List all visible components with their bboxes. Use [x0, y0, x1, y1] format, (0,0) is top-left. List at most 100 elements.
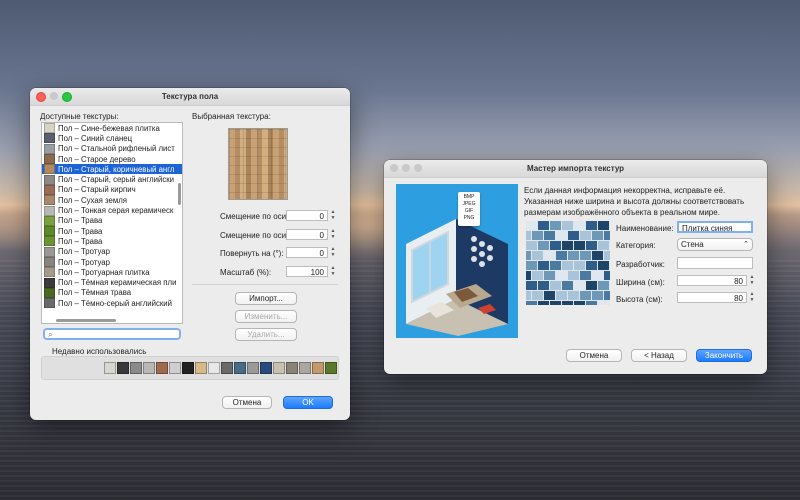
texture-item-label: Пол – Тёмная трава: [58, 288, 132, 298]
cancel-button[interactable]: Отмена: [222, 396, 272, 409]
recent-texture-swatch[interactable]: [130, 362, 142, 374]
texture-swatch-icon: [44, 298, 55, 309]
recent-texture-swatch[interactable]: [221, 362, 233, 374]
recent-texture-swatch[interactable]: [260, 362, 272, 374]
horizontal-scrollbar[interactable]: [56, 319, 116, 322]
numeric-field[interactable]: 100: [286, 266, 328, 277]
window-title: Текстура пола: [161, 92, 219, 101]
numeric-stepper[interactable]: ▲ ▼: [330, 228, 336, 240]
recent-texture-swatch[interactable]: [208, 362, 220, 374]
texture-item-label: Пол – Старый, коричневый англ: [58, 164, 175, 174]
wizard-cancel-button[interactable]: Отмена: [566, 349, 622, 362]
width-field[interactable]: 80: [677, 275, 747, 286]
texture-import-wizard: Мастер импорта текстур BMP JPEG GIF PNG Есл…: [384, 160, 767, 374]
texture-list-item[interactable]: Пол – Сине-бежевая плитка: [42, 123, 182, 134]
texture-list-item[interactable]: Пол – Тротуарная плитка: [42, 267, 182, 278]
texture-swatch-icon: [44, 287, 55, 298]
height-label: Высота (см):: [616, 295, 663, 304]
texture-list-item[interactable]: Пол – Трава: [42, 215, 182, 226]
modify-button[interactable]: Изменить...: [235, 310, 297, 323]
numeric-stepper[interactable]: ▲ ▼: [330, 246, 336, 258]
numeric-stepper[interactable]: ▲ ▼: [330, 209, 336, 221]
texture-list-item[interactable]: Пол – Старый кирпич: [42, 184, 182, 195]
format-label: JPEG: [462, 201, 476, 207]
texture-swatch-icon: [44, 133, 55, 144]
texture-list-item[interactable]: Пол – Стальной рифленый лист: [42, 143, 182, 154]
recent-texture-swatch[interactable]: [312, 362, 324, 374]
recent-texture-swatch[interactable]: [273, 362, 285, 374]
texture-list-item[interactable]: Пол – Тротуар: [42, 257, 182, 267]
title-bar: Текстура пола: [30, 88, 350, 106]
numeric-field[interactable]: 0: [286, 229, 328, 240]
texture-list-item[interactable]: Пол – Трава: [42, 226, 182, 237]
field-label: Масштаб (%):: [220, 268, 272, 277]
texture-list-item[interactable]: Пол – Тротуар: [42, 246, 182, 257]
texture-item-label: Пол – Тротуар: [58, 247, 110, 257]
name-field[interactable]: Плитка синяя: [677, 221, 753, 233]
texture-list-item[interactable]: Пол – Старый, серый английски: [42, 174, 182, 185]
developer-field[interactable]: [677, 257, 753, 269]
recent-texture-swatch[interactable]: [195, 362, 207, 374]
texture-swatch-icon: [44, 143, 55, 154]
recent-texture-swatch[interactable]: [325, 362, 337, 374]
texture-item-label: Пол – Старый, серый английски: [58, 175, 175, 185]
back-button[interactable]: < Назад: [631, 349, 687, 362]
format-label: BMP: [463, 194, 475, 200]
recent-texture-swatch[interactable]: [169, 362, 181, 374]
height-field[interactable]: 80: [677, 292, 747, 303]
recent-texture-swatch[interactable]: [234, 362, 246, 374]
recent-texture-swatch[interactable]: [286, 362, 298, 374]
texture-list-item[interactable]: Пол – Старый, коричневый англ: [42, 164, 182, 175]
texture-item-label: Пол – Старое дерево: [58, 154, 136, 164]
vertical-scrollbar[interactable]: [178, 183, 181, 205]
recent-texture-swatch[interactable]: [143, 362, 155, 374]
texture-list-item[interactable]: Пол – Тёмная керамическая пли: [42, 277, 182, 288]
texture-swatch-icon: [44, 164, 55, 175]
isometric-room-image: [406, 219, 508, 336]
texture-swatch-icon: [44, 215, 55, 226]
name-label: Наименование:: [616, 224, 674, 233]
texture-item-label: Пол – Сине-бежевая плитка: [58, 123, 160, 133]
search-field-container: ⌕: [43, 328, 181, 340]
recent-texture-swatch[interactable]: [299, 362, 311, 374]
texture-list-item[interactable]: Пол – Тонкая серая керамическ: [42, 205, 182, 216]
texture-list-item[interactable]: Пол – Сухая земля: [42, 195, 182, 206]
delete-button[interactable]: Удалить...: [235, 328, 297, 341]
recent-texture-swatch[interactable]: [156, 362, 168, 374]
texture-swatch-icon: [44, 236, 55, 247]
texture-list-item[interactable]: Пол – Старое дерево: [42, 154, 182, 165]
tile-preview: [526, 221, 610, 305]
texture-swatch-icon: [44, 174, 55, 185]
texture-list-item[interactable]: Пол – Синий сланец: [42, 133, 182, 144]
texture-swatch-icon: [44, 154, 55, 165]
texture-swatch-icon: [44, 277, 55, 288]
texture-list[interactable]: Пол – Сине-бежевая плитка Пол – Синий сла…: [41, 122, 183, 324]
texture-item-label: Пол – Синий сланец: [58, 133, 133, 143]
texture-list-item[interactable]: Пол – Тёмная трава: [42, 287, 182, 298]
finish-button[interactable]: Закончить: [696, 349, 752, 362]
selected-texture-label: Выбранная текстура:: [192, 112, 271, 121]
import-button[interactable]: Импорт...: [235, 292, 297, 305]
recent-texture-swatch[interactable]: [182, 362, 194, 374]
height-stepper[interactable]: ▲ ▼: [749, 291, 755, 303]
recent-texture-swatch[interactable]: [104, 362, 116, 374]
numeric-field[interactable]: 0: [286, 210, 328, 221]
divider: [192, 284, 338, 285]
category-select[interactable]: Стена ⌃: [677, 238, 753, 251]
recent-texture-swatch[interactable]: [117, 362, 129, 374]
ok-button[interactable]: OK: [283, 396, 333, 409]
numeric-stepper[interactable]: ▲ ▼: [330, 265, 336, 277]
search-icon: ⌕: [48, 330, 53, 339]
search-input[interactable]: [57, 330, 175, 338]
texture-item-label: Пол – Тёмно-серый английский: [58, 298, 172, 308]
texture-list-item[interactable]: Пол – Трава: [42, 236, 182, 247]
texture-list-item[interactable]: Пол – Тёмно-серый английский: [42, 298, 182, 309]
width-stepper[interactable]: ▲ ▼: [749, 274, 755, 286]
numeric-field[interactable]: 0: [286, 247, 328, 258]
recent-texture-swatch[interactable]: [247, 362, 259, 374]
wizard-illustration: BMP JPEG GIF PNG: [396, 184, 518, 338]
texture-swatch-icon: [44, 205, 55, 216]
recent-textures-bar: [41, 356, 339, 380]
format-label: GIF: [464, 208, 474, 214]
texture-item-label: Пол – Тёмная керамическая пли: [58, 278, 177, 288]
